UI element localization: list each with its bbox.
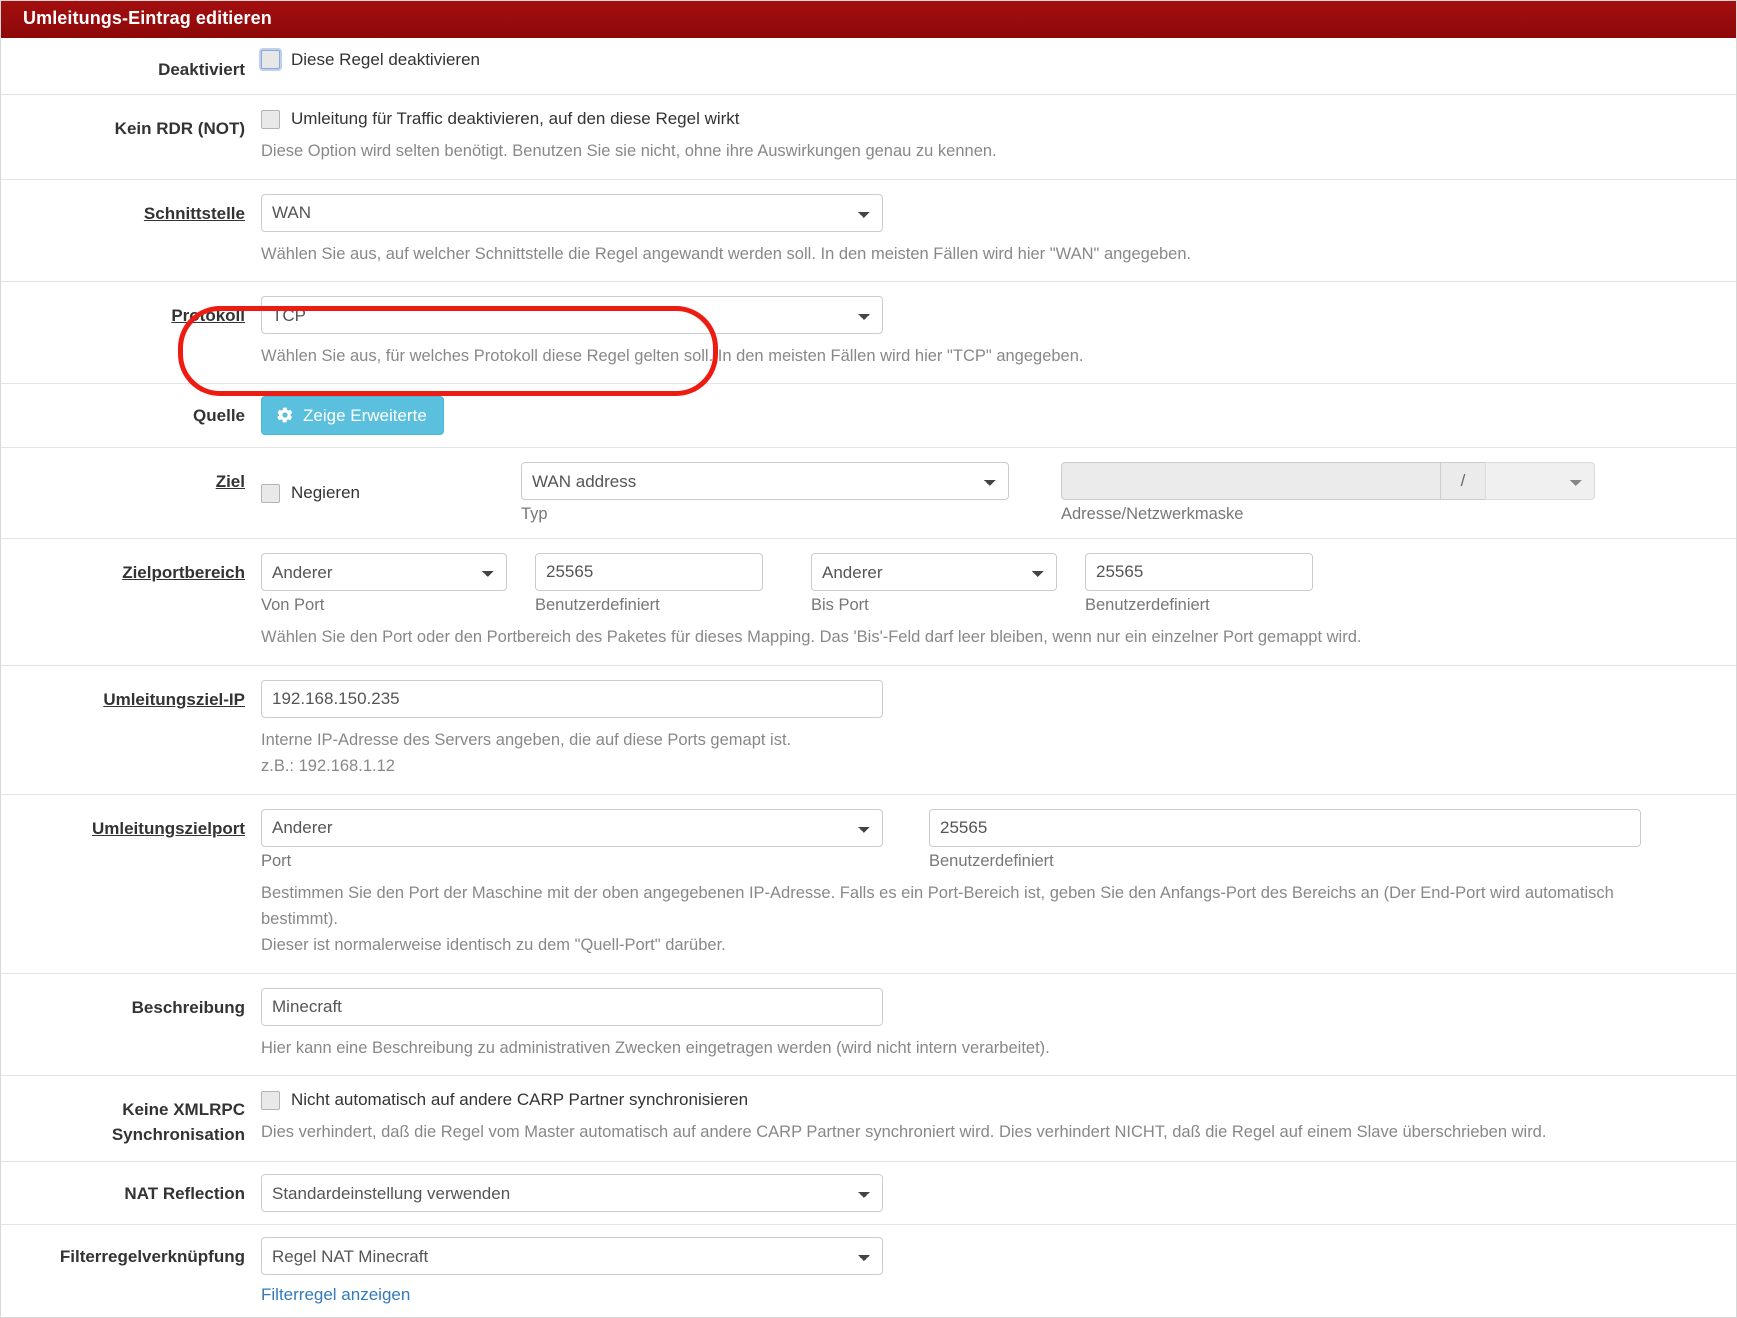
from-port-sublabel: Von Port	[261, 596, 325, 615]
label-redirect-target-ip: Umleitungsziel-IP	[103, 689, 245, 709]
from-custom-group: Benutzerdefiniert	[535, 553, 763, 615]
destination-mask-select[interactable]	[1485, 462, 1595, 501]
redirect-target-ip-input[interactable]	[261, 679, 883, 718]
to-port-sublabel: Bis Port	[811, 596, 869, 615]
to-port-select[interactable]: Anderer	[811, 553, 1057, 592]
label-protocol: Protokoll	[171, 306, 245, 326]
no-rdr-help: Diese Option wird selten benötigt. Benut…	[261, 142, 997, 161]
edit-redirect-entry-panel: Umleitungs-Eintrag editieren Deaktiviert…	[0, 0, 1737, 1318]
row-nat-reflection: NAT Reflection Standardeinstellung verwe…	[1, 1162, 1736, 1226]
row-filter-rule-association: Filterregelverknüpfung Regel NAT Minecra…	[1, 1225, 1736, 1317]
disable-rule-checkbox[interactable]	[261, 50, 280, 70]
from-port-group: Anderer Von Port	[261, 553, 507, 615]
redirect-custom-group: Benutzerdefiniert	[929, 808, 1641, 871]
to-port-group: Anderer Bis Port	[811, 553, 1057, 615]
row-no-rdr: Kein RDR (NOT) Umleitung für Traffic dea…	[1, 95, 1736, 180]
label-no-xmlrpc: Keine XMLRPC Synchronisation	[1, 1090, 261, 1147]
label-redirect-target-port: Umleitungszielport	[91, 818, 245, 838]
redirect-target-port-sublabel: Port	[261, 851, 292, 870]
no-rdr-label: Umleitung für Traffic deaktivieren, auf …	[291, 109, 740, 129]
destination-address-group: / Adresse/Netzwerkmaske	[1061, 462, 1595, 524]
from-custom-input[interactable]	[535, 553, 763, 592]
from-custom-sublabel: Benutzerdefiniert	[535, 596, 660, 615]
nat-reflection-select[interactable]: Standardeinstellung verwenden	[261, 1174, 883, 1213]
show-advanced-label: Zeige Erweiterte	[303, 405, 427, 425]
row-destination: Ziel Negieren WAN address Typ / Adresse/…	[1, 448, 1736, 540]
label-disabled: Deaktiviert	[158, 59, 245, 79]
from-port-select[interactable]: Anderer	[261, 553, 507, 592]
negate-checkbox-wrapper[interactable]: Negieren	[261, 483, 509, 503]
show-advanced-button[interactable]: Zeige Erweiterte	[261, 396, 444, 436]
no-rdr-checkbox[interactable]	[261, 109, 280, 129]
label-interface: Schnittstelle	[143, 203, 245, 223]
panel-title: Umleitungs-Eintrag editieren	[1, 1, 1736, 38]
description-help: Hier kann eine Beschreibung zu administr…	[261, 1038, 1050, 1057]
redirect-target-custom-input[interactable]	[929, 808, 1641, 847]
redirect-target-ip-help-2: z.B.: 192.168.1.12	[261, 757, 395, 776]
description-input[interactable]	[261, 987, 883, 1026]
destination-type-group: WAN address Typ	[521, 462, 1009, 524]
redirect-target-ip-help-1: Interne IP-Adresse des Servers angeben, …	[261, 730, 792, 749]
row-protocol: Protokoll TCP Wählen Sie aus, für welche…	[1, 282, 1736, 385]
row-interface: Schnittstelle WAN Wählen Sie aus, auf we…	[1, 180, 1736, 283]
disable-rule-label: Diese Regel deaktivieren	[291, 49, 480, 69]
protocol-help: Wählen Sie aus, für welches Protokoll di…	[261, 347, 1084, 366]
destination-address-sublabel: Adresse/Netzwerkmaske	[1061, 505, 1244, 524]
no-xmlrpc-help: Dies verhindert, daß die Regel vom Maste…	[261, 1123, 1547, 1142]
show-filter-rule-link[interactable]: Filterregel anzeigen	[261, 1285, 410, 1305]
protocol-select[interactable]: TCP	[261, 296, 883, 335]
no-rdr-checkbox-wrapper[interactable]: Umleitung für Traffic deaktivieren, auf …	[261, 109, 1722, 129]
redirect-port-group: Anderer Port	[261, 808, 883, 871]
label-no-xmlrpc-line2: Synchronisation	[111, 1124, 245, 1144]
negate-label: Negieren	[291, 483, 360, 503]
redirect-target-port-select[interactable]: Anderer	[261, 808, 883, 847]
label-nat-reflection: NAT Reflection	[124, 1184, 245, 1204]
label-destination: Ziel	[215, 472, 245, 492]
to-custom-input[interactable]	[1085, 553, 1313, 592]
address-slash-separator: /	[1441, 462, 1485, 501]
interface-help: Wählen Sie aus, auf welcher Schnittstell…	[261, 244, 1192, 263]
label-no-rdr: Kein RDR (NOT)	[114, 119, 245, 139]
no-xmlrpc-label: Nicht automatisch auf andere CARP Partne…	[291, 1090, 749, 1110]
label-source: Quelle	[193, 406, 245, 426]
redirect-target-custom-sublabel: Benutzerdefiniert	[929, 851, 1054, 870]
no-xmlrpc-checkbox-wrapper[interactable]: Nicht automatisch auf andere CARP Partne…	[261, 1090, 1722, 1110]
redirect-target-port-help-2: Dieser ist normalerweise identisch zu de…	[261, 936, 726, 955]
destination-type-select[interactable]: WAN address	[521, 462, 1009, 501]
to-custom-sublabel: Benutzerdefiniert	[1085, 596, 1210, 615]
filter-rule-association-select[interactable]: Regel NAT Minecraft	[261, 1237, 883, 1276]
row-dest-port-range: Zielportbereich Anderer Von Port Benutze…	[1, 539, 1736, 666]
row-redirect-target-port: Umleitungszielport Anderer Port Benutzer…	[1, 795, 1736, 974]
label-description: Beschreibung	[131, 997, 245, 1017]
label-no-xmlrpc-line1: Keine XMLRPC	[122, 1100, 245, 1120]
label-filter-rule-association: Filterregelverknüpfung	[59, 1247, 245, 1267]
row-redirect-target-ip: Umleitungsziel-IP Interne IP-Adresse des…	[1, 666, 1736, 795]
row-disabled: Deaktiviert Diese Regel deaktivieren	[1, 38, 1736, 96]
dest-port-range-help: Wählen Sie den Port oder den Portbereich…	[261, 628, 1362, 647]
gear-icon	[276, 406, 294, 424]
disable-rule-checkbox-wrapper[interactable]: Diese Regel deaktivieren	[261, 50, 1722, 70]
redirect-target-port-help-1: Bestimmen Sie den Port der Maschine mit …	[261, 883, 1614, 928]
interface-select[interactable]: WAN	[261, 193, 883, 232]
label-dest-port-range: Zielportbereich	[122, 563, 245, 583]
destination-type-sublabel: Typ	[521, 505, 548, 524]
destination-address-input[interactable]	[1061, 462, 1441, 501]
row-source: Quelle Zeige Erweiterte	[1, 384, 1736, 449]
to-custom-group: Benutzerdefiniert	[1085, 553, 1313, 615]
negate-checkbox[interactable]	[261, 483, 280, 503]
row-description: Beschreibung Hier kann eine Beschreibung…	[1, 974, 1736, 1077]
row-no-xmlrpc: Keine XMLRPC Synchronisation Nicht autom…	[1, 1076, 1736, 1163]
no-xmlrpc-checkbox[interactable]	[261, 1090, 280, 1110]
